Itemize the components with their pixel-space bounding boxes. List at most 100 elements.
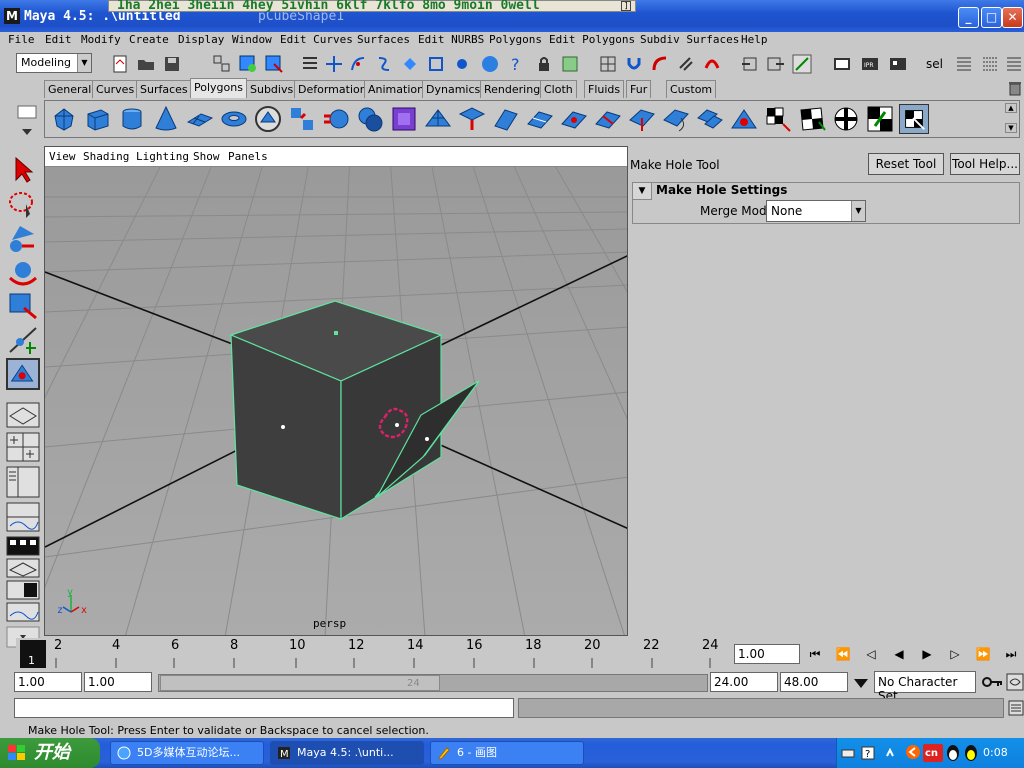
snap-live-icon[interactable]	[650, 54, 670, 74]
character-set-field[interactable]: No Character Set	[874, 671, 976, 703]
construction-history-icon[interactable]	[452, 54, 472, 74]
tab-rendering[interactable]: Rendering	[480, 80, 545, 98]
trash-icon[interactable]	[1008, 80, 1022, 96]
shelf-options-chevron-icon[interactable]	[16, 126, 38, 138]
current-time-field[interactable]: 1.00	[734, 644, 800, 664]
taskbar-item-maya[interactable]: M Maya 4.5: .\unti...	[270, 741, 424, 765]
taskbar-item-paint[interactable]: 6 - 画图	[430, 741, 584, 765]
back-arrow-icon[interactable]	[905, 744, 921, 760]
extrude-face-icon[interactable]	[457, 104, 487, 134]
menu-edit[interactable]: Edit	[45, 33, 72, 46]
new-scene-icon[interactable]	[110, 54, 130, 74]
viewport-menu-lighting[interactable]: Lighting	[136, 150, 189, 163]
range-options-chevron-icon[interactable]	[850, 673, 872, 693]
filter-icon[interactable]	[300, 54, 320, 74]
snap-view-icon[interactable]	[400, 54, 420, 74]
menu-subdiv-surfaces[interactable]: Subdiv Surfaces	[640, 33, 739, 46]
menu-create[interactable]: Create	[129, 33, 169, 46]
triangulate-icon[interactable]	[423, 104, 453, 134]
shelf-menu-icon[interactable]	[16, 104, 38, 120]
extrude-edge-icon[interactable]	[491, 104, 521, 134]
poke-face-icon[interactable]	[627, 104, 657, 134]
tab-subdivs[interactable]: Subdivs	[246, 80, 298, 98]
construction-toggle-icon[interactable]	[792, 54, 812, 74]
menu-file[interactable]: File	[8, 33, 35, 46]
menu-edit-polygons[interactable]: Edit Polygons	[549, 33, 635, 46]
merge-vertices-icon[interactable]	[559, 104, 589, 134]
tab-fur[interactable]: Fur	[626, 80, 652, 98]
snap-grid-icon[interactable]	[324, 54, 344, 74]
poly-torus-icon[interactable]	[219, 104, 249, 134]
layout-single-perspective-icon[interactable]	[6, 402, 40, 428]
magnet-icon[interactable]	[624, 54, 644, 74]
poly-plane-icon[interactable]	[185, 104, 215, 134]
step-back-key-icon[interactable]: ⏪	[832, 643, 854, 665]
menu-display[interactable]: Display	[178, 33, 224, 46]
render-view-icon[interactable]	[832, 54, 852, 74]
collapse-triangle-icon[interactable]: ▼	[632, 182, 652, 200]
end-time-field[interactable]: 48.00	[780, 672, 848, 692]
boolean-icon[interactable]	[355, 104, 385, 134]
viewport-menu-show[interactable]: Show	[193, 150, 220, 163]
shelf-scrollbar[interactable]: ▲ ▼	[1005, 103, 1017, 135]
split-polygon-icon[interactable]	[525, 104, 555, 134]
smooth-icon[interactable]	[389, 104, 419, 134]
menu-help[interactable]: Help	[741, 33, 768, 46]
playback-end-field[interactable]: 24.00	[710, 672, 778, 692]
snap-curve-red-icon[interactable]	[702, 54, 722, 74]
planar-mapping-icon[interactable]	[763, 104, 793, 134]
layout-persp-relationship-icon[interactable]	[6, 580, 40, 600]
minimize-button[interactable]: _	[958, 7, 979, 28]
close-button[interactable]: ✕	[1002, 7, 1023, 28]
menu-polygons[interactable]: Polygons	[489, 33, 542, 46]
rotate-tool-icon[interactable]	[6, 256, 40, 288]
tab-curves[interactable]: Curves	[92, 80, 139, 98]
menu-modify[interactable]: Modify	[81, 33, 121, 46]
menu-list-dotted-icon[interactable]	[980, 54, 1000, 74]
make-hole-tool-icon[interactable]	[729, 104, 759, 134]
maximize-button[interactable]: □	[981, 7, 1002, 28]
menu-list-right-icon[interactable]	[1004, 54, 1024, 74]
command-line-input[interactable]	[14, 698, 514, 718]
tray-expand-icon[interactable]	[885, 748, 895, 758]
ipr-render-icon[interactable]: IPR	[860, 54, 880, 74]
cylindrical-mapping-icon[interactable]	[797, 104, 827, 134]
animation-preferences-icon[interactable]	[1006, 673, 1024, 691]
layout-persp-top-icon[interactable]	[6, 558, 40, 578]
taskbar-item-forum[interactable]: 5D多媒体互动论坛...	[110, 741, 264, 765]
snap-surface-icon[interactable]	[426, 54, 446, 74]
tool-help-button[interactable]: Tool Help...	[950, 153, 1020, 175]
layout-four-view-icon[interactable]	[6, 432, 40, 462]
mode-select[interactable]: Modeling ▼	[16, 53, 92, 73]
lasso-tool-icon[interactable]	[6, 188, 40, 220]
viewport-menu-panels[interactable]: Panels	[228, 150, 268, 163]
poly-cone-icon[interactable]	[151, 104, 181, 134]
step-forward-key-icon[interactable]: ⏩	[972, 643, 994, 665]
render-settings-icon[interactable]	[888, 54, 908, 74]
script-editor-icon[interactable]	[1008, 700, 1024, 716]
uv-texture-editor-icon[interactable]	[899, 104, 929, 134]
select-hierarchy-icon[interactable]	[212, 54, 232, 74]
play-forward-icon[interactable]: ▶	[916, 643, 938, 665]
open-scene-icon[interactable]	[136, 54, 156, 74]
tab-fluids[interactable]: Fluids	[584, 80, 625, 98]
viewport-menu-shading[interactable]: Shading	[83, 150, 129, 163]
layout-persp-graph-small-icon[interactable]	[6, 602, 40, 622]
step-back-frame-icon[interactable]: ◁	[860, 643, 882, 665]
poly-cube-icon[interactable]	[83, 104, 113, 134]
scale-tool-icon[interactable]	[6, 290, 40, 322]
go-to-end-icon[interactable]: ⏭	[1000, 643, 1022, 665]
manipulator-tool-icon[interactable]	[6, 324, 40, 356]
poly-sphere-icon[interactable]	[49, 104, 79, 134]
keyboard-icon[interactable]	[841, 746, 855, 760]
last-tool-make-hole-icon[interactable]	[6, 358, 40, 390]
scroll-down-icon[interactable]: ▼	[1005, 123, 1017, 133]
start-button[interactable]: 开始	[0, 738, 100, 768]
merge-mode-select[interactable]: None ▼	[766, 200, 866, 222]
scroll-up-icon[interactable]: ▲	[1005, 103, 1017, 113]
tab-polygons[interactable]: Polygons	[190, 78, 247, 98]
overlay-close-icon[interactable]: ]	[621, 1, 631, 11]
auto-key-icon[interactable]	[980, 673, 1004, 691]
start-time-field[interactable]: 1.00	[14, 672, 82, 692]
menu-surfaces[interactable]: Surfaces	[357, 33, 410, 46]
